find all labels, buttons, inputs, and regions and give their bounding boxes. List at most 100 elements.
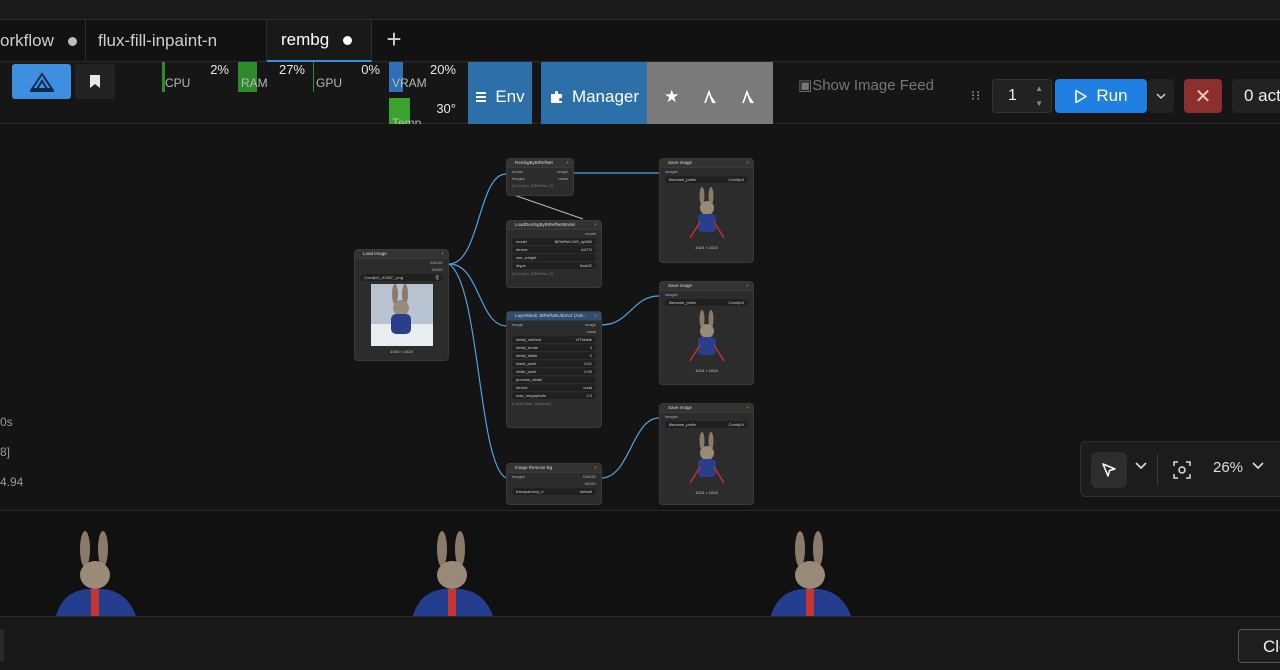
device-widget[interactable]: device cuda <box>512 384 596 391</box>
image-feed <box>0 510 1280 616</box>
bookmark-button[interactable] <box>75 64 115 99</box>
filename-prefix-widget[interactable]: filename_prefix ComfyUI <box>665 421 748 428</box>
save-preview <box>682 186 732 242</box>
black-point-slider[interactable]: black_point 0.01 <box>512 360 596 367</box>
ram-value: 27% <box>278 62 305 77</box>
filename-prefix-widget[interactable]: filename_prefix ComfyUI <box>665 299 748 306</box>
gpu-monitor: 0% GPU <box>313 62 383 92</box>
fit-view-icon[interactable] <box>1173 461 1191 479</box>
model-widget[interactable]: model BiRefNet-DIS_ep580 <box>512 238 596 245</box>
drag-handle-icon[interactable]: ⁝⁝ <box>971 88 981 104</box>
node-save-image-3[interactable]: Save Image ⚡ images filename_prefix ComfyU… <box>659 403 754 505</box>
run-button[interactable]: Run <box>1055 79 1147 113</box>
node-rembg-birefnet[interactable]: RembgByBiRefNet ⚡ model image images mask (… <box>506 158 574 196</box>
process-detail-toggle[interactable]: process_detail <box>512 376 596 383</box>
bookmark-icon <box>90 75 100 88</box>
use-weight-toggle[interactable]: use_weight <box>512 254 596 261</box>
add-tab-button[interactable]: + <box>380 26 408 54</box>
manager-shortcuts: ★ <box>647 62 773 132</box>
unsaved-dot-icon <box>67 36 77 46</box>
node-load-image[interactable]: Load Image ⚡ IMAGE MASK ComfyUI_01367_.pn… <box>354 249 449 361</box>
image-preview <box>370 284 433 346</box>
pointer-icon <box>1102 463 1116 477</box>
node-title: Save Image ⚡ <box>660 404 753 413</box>
bottom-panel <box>0 616 1280 670</box>
transparency-widget[interactable]: transparency_b default <box>512 488 596 495</box>
detail-dilate-widget[interactable]: detail_dilate 2 <box>512 352 596 359</box>
model-alt-icon[interactable] <box>740 89 756 105</box>
device-widget[interactable]: device AUTO <box>512 246 596 253</box>
select-tool-button[interactable] <box>1091 452 1127 488</box>
node-load-birefnet-model[interactable]: LoadRembgByBiRefNetModel ⚡ model model BiR… <box>506 220 602 288</box>
max-megapixels-widget[interactable]: max_megapixels 2.0 <box>512 392 596 399</box>
node-footer: (ComfyUI_BiRefNet_II) <box>512 271 553 276</box>
canvas-controls: 26% <box>1080 441 1280 497</box>
node-image-remove-bg[interactable]: Image Remove Bg ⚡ images IMAGE MASK transp… <box>506 463 602 505</box>
node-footer: (LayerStyle_Advance) <box>512 401 552 406</box>
node-title: RembgByBiRefNet ⚡ <box>507 159 573 168</box>
list-icon <box>476 92 487 102</box>
bolt-icon: ⚡ <box>440 251 444 256</box>
close-button[interactable]: Clo <box>1238 629 1280 663</box>
dtype-widget[interactable]: dtype float32 <box>512 262 596 269</box>
chevron-down-icon[interactable] <box>1252 462 1264 470</box>
node-slot-row: MASK <box>584 481 596 486</box>
tab-rembg[interactable]: rembg <box>267 20 372 62</box>
env-button[interactable]: Env <box>468 62 532 132</box>
batch-count-input[interactable]: 1 ▲ ▼ <box>992 79 1052 113</box>
cpu-monitor: 2% CPU <box>162 62 232 92</box>
increment-icon[interactable]: ▲ <box>1035 84 1043 93</box>
image-dimensions: 1024 × 1024 <box>695 368 718 373</box>
show-feed-label: Show Image Feed <box>812 77 934 94</box>
feed-image[interactable] <box>45 527 145 616</box>
node-slot-row: IMAGE <box>430 260 443 265</box>
comfy-logo-button[interactable] <box>12 64 71 99</box>
vram-value: 20% <box>429 62 456 77</box>
queue-button[interactable]: 0 act <box>1232 79 1280 113</box>
puzzle-icon <box>550 90 562 103</box>
feed-image[interactable] <box>760 527 860 616</box>
filename-prefix-widget[interactable]: filename_prefix ComfyUI <box>665 176 748 183</box>
decrement-icon[interactable]: ▼ <box>1035 99 1043 108</box>
star-icon[interactable]: ★ <box>664 87 679 107</box>
chevron-down-icon <box>1156 93 1166 99</box>
temp-value: 30° <box>436 101 456 116</box>
ram-monitor: 27% RAM <box>238 62 308 92</box>
image-dimensions: 1024 × 1024 <box>390 349 413 354</box>
batch-count-value: 1 <box>1008 87 1017 104</box>
image-file-widget[interactable]: ComfyUI_01367_.png ⎘ <box>360 274 443 281</box>
run-options-dropdown[interactable] <box>1148 79 1174 113</box>
bolt-icon: ⚡ <box>565 160 569 165</box>
node-slot-row: model image <box>512 169 568 174</box>
node-graph-canvas[interactable]: 0s 8] 4.94 RembgByBiRefNet ⚡ model image i… <box>0 124 1280 510</box>
detail-method-widget[interactable]: detail_method VITMatte <box>512 336 596 343</box>
show-image-feed-button[interactable]: ▣Show Image Feed <box>798 76 934 94</box>
model-icon[interactable] <box>702 89 718 105</box>
feed-image[interactable] <box>402 527 502 616</box>
run-label: Run <box>1096 86 1128 105</box>
panel-handle[interactable] <box>0 629 4 661</box>
node-layermask-birefnet[interactable]: LayerMask: BiRefNetUltraV2 (Adv... ⚡ imag… <box>506 311 602 428</box>
comfy-logo-icon <box>29 71 54 92</box>
manager-button[interactable]: Manager <box>541 62 647 132</box>
bolt-icon: ⚡ <box>745 160 749 165</box>
rabbit-cutout-image <box>688 187 725 239</box>
node-save-image-2[interactable]: Save Image ⚡ images filename_prefix ComfyU… <box>659 281 754 385</box>
node-save-image-1[interactable]: Save Image ⚡ images filename_prefix ComfyU… <box>659 158 754 263</box>
zoom-level[interactable]: 26% <box>1213 459 1243 476</box>
bolt-icon: ⚡ <box>745 283 749 288</box>
chevron-down-icon[interactable] <box>1135 462 1147 470</box>
node-slot-row: images <box>665 414 678 419</box>
cancel-run-button[interactable]: ✕ <box>1184 79 1222 113</box>
cpu-value: 2% <box>210 62 229 77</box>
white-point-slider[interactable]: white_point 0.99 <box>512 368 596 375</box>
upload-icon: ⎘ <box>435 275 439 280</box>
detail-erode-widget[interactable]: detail_erode 4 <box>512 344 596 351</box>
node-slot-row: MASK <box>431 267 443 272</box>
tab-flux-fill-inpaint[interactable]: flux-fill-inpaint-n <box>86 20 267 62</box>
node-title: Load Image ⚡ <box>355 250 448 259</box>
tab-workflow[interactable]: orkflow <box>0 20 86 62</box>
gpu-label: GPU <box>316 76 343 90</box>
tab-label: flux-fill-inpaint-n <box>98 31 218 50</box>
save-preview <box>682 309 732 365</box>
